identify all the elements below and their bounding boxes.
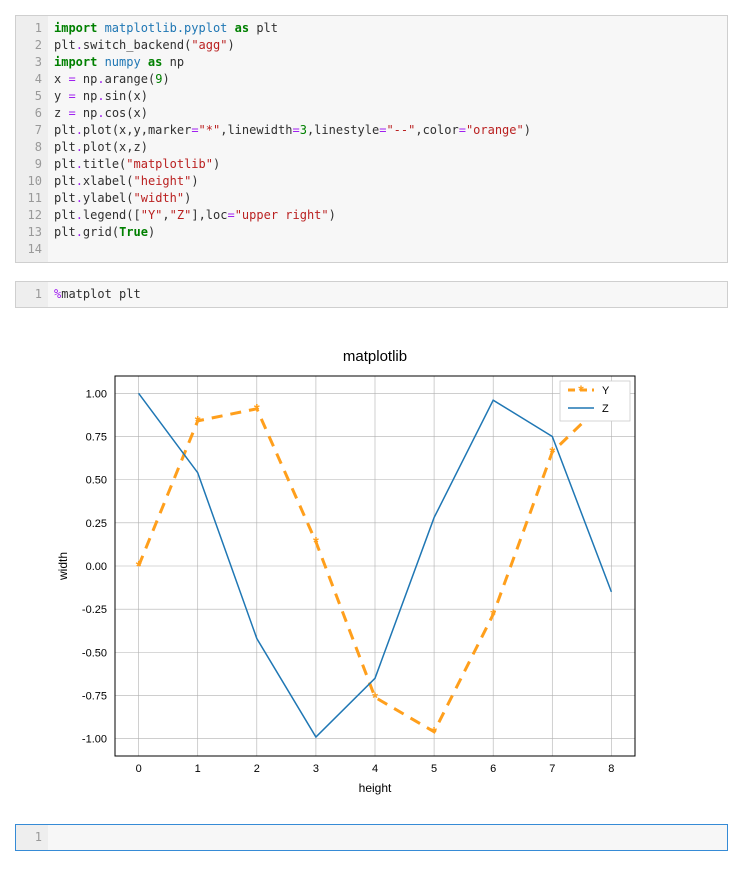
x-tick-label: 5 — [431, 763, 437, 775]
x-tick-label: 7 — [549, 763, 555, 775]
series-marker: * — [195, 413, 201, 430]
line-number-gutter: 1 — [16, 825, 48, 850]
line-number-gutter: 1234567891011121314 — [16, 16, 48, 262]
series-marker: * — [313, 534, 319, 551]
code-cell[interactable]: 1 — [15, 824, 728, 851]
code-editor[interactable] — [48, 825, 727, 850]
y-tick-label: -0.75 — [82, 691, 107, 703]
code-cell[interactable]: 1 %matplot plt — [15, 281, 728, 308]
series-marker: * — [372, 689, 378, 706]
legend-label: Y — [602, 385, 610, 397]
y-tick-label: 0.00 — [86, 561, 107, 573]
matplotlib-figure: 0 1 2 3 4 5 6 7 8 -1.00 -0.75 -0.50 -0.25 0.00 0.25 0.5… — [35, 326, 675, 806]
code-editor[interactable]: import matplotlib.pyplot as pltplt.switc… — [48, 16, 727, 262]
y-axis-label: width — [56, 552, 70, 581]
series-marker: * — [136, 558, 142, 575]
series-marker: * — [431, 724, 437, 741]
y-tick-label: 0.50 — [86, 475, 107, 487]
x-axis-label: height — [359, 781, 392, 795]
output-area: 0 1 2 3 4 5 6 7 8 -1.00 -0.75 -0.50 -0.25 0.00 0.25 0.5… — [15, 326, 728, 806]
y-tick-label: 1.00 — [86, 388, 107, 400]
x-tick-label: 8 — [608, 763, 614, 775]
x-tick-label: 0 — [136, 763, 142, 775]
legend-box — [560, 381, 630, 421]
series-marker: * — [254, 401, 260, 418]
x-tick-label: 2 — [254, 763, 260, 775]
x-tick-label: 1 — [195, 763, 201, 775]
code-editor[interactable]: %matplot plt — [48, 282, 727, 307]
y-tick-label: -0.50 — [82, 647, 107, 659]
y-tick-label: -1.00 — [82, 734, 107, 746]
x-tick-label: 6 — [490, 763, 496, 775]
y-tick-label: 0.25 — [86, 518, 107, 530]
y-tick-label: 0.75 — [86, 431, 107, 443]
line-number-gutter: 1 — [16, 282, 48, 307]
series-marker: * — [549, 444, 555, 461]
legend-label: Z — [602, 403, 609, 415]
code-cell[interactable]: 1234567891011121314 import matplotlib.py… — [15, 15, 728, 263]
svg-text:*: * — [578, 382, 584, 398]
y-tick-label: -0.25 — [82, 604, 107, 616]
x-tick-label: 4 — [372, 763, 378, 775]
chart-title: matplotlib — [343, 348, 407, 365]
x-tick-label: 3 — [313, 763, 319, 775]
series-marker: * — [490, 606, 496, 623]
